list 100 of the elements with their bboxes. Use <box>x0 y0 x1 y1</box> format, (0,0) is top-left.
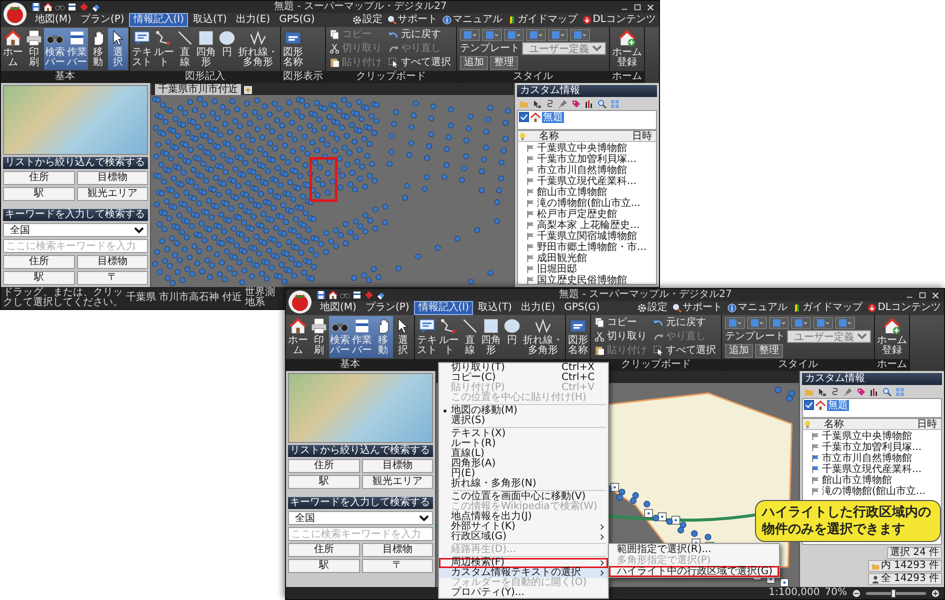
ribbon-button[interactable]: 作業バー <box>351 316 373 358</box>
panel-icon[interactable] <box>67 2 77 12</box>
tree-item[interactable]: 無題 <box>542 112 564 123</box>
ribbon-button[interactable]: 直線 <box>460 316 480 358</box>
ribbon-button[interactable]: コピー <box>592 316 649 329</box>
save-icon[interactable] <box>31 2 41 12</box>
ribbon-button[interactable]: すべて選択 <box>651 344 718 357</box>
category-button[interactable]: 住所 <box>288 543 360 557</box>
eraser-icon[interactable] <box>376 290 386 300</box>
ribbon-button[interactable]: すべて選択 <box>386 56 453 69</box>
category-button[interactable]: 目標物 <box>76 255 148 269</box>
cursor-icon[interactable] <box>532 98 542 108</box>
toolbar-link[interactable]: サポート <box>672 303 723 313</box>
keyword-field[interactable]: ここに検索キーワードを入力 <box>3 239 148 253</box>
search-icon[interactable] <box>597 98 607 108</box>
ribbon-button[interactable]: テキスト <box>416 316 438 358</box>
menu-tab[interactable]: GPS(G) <box>275 13 319 27</box>
list-item[interactable]: 千葉県立中央博物館 <box>537 143 627 154</box>
category-button[interactable]: 目標物 <box>76 171 148 185</box>
template-button[interactable]: 整理 <box>755 344 783 358</box>
menu-tab[interactable]: 出力(E) <box>516 301 560 315</box>
list-item[interactable]: 滝の博物館(館山市立... <box>822 486 926 497</box>
list-item[interactable]: 館山市立博物館 <box>822 475 892 486</box>
menu-item[interactable]: プロパティ(Y)... <box>439 588 608 598</box>
toolbar-link[interactable]: ガイドマップ <box>792 303 863 313</box>
list-item[interactable]: 千葉市立加曽利貝塚... <box>537 154 637 165</box>
ribbon-button[interactable]: テキスト <box>131 28 153 70</box>
ribbon-button[interactable]: 円 <box>217 28 237 70</box>
list-item[interactable]: 国立歴史民俗博物館 <box>537 275 627 286</box>
toolbar-link[interactable]: サポート <box>386 15 438 25</box>
home-icon[interactable] <box>43 2 53 12</box>
template-button[interactable]: 追加 <box>460 56 488 70</box>
category-button[interactable]: 住所 <box>3 171 74 185</box>
ribbon-button[interactable]: 四角形 <box>195 28 217 70</box>
home-icon[interactable] <box>328 290 338 300</box>
ribbon-button[interactable]: 選択 <box>108 28 128 70</box>
menu-item[interactable]: 直線(L) <box>439 449 608 459</box>
eraser-icon[interactable] <box>91 2 101 12</box>
category-button[interactable]: 目標物 <box>362 543 433 557</box>
menu-item[interactable]: 地図の移動(M) <box>439 406 608 416</box>
ribbon-button[interactable]: ルート <box>438 316 460 358</box>
cursor-icon[interactable] <box>817 386 827 396</box>
bar-chart-icon[interactable] <box>584 98 594 108</box>
list-item[interactable]: 千葉県立関宿城博物館 <box>537 231 637 242</box>
toolbar-link[interactable]: 設定 <box>636 303 668 313</box>
bar-chart-icon[interactable] <box>869 386 879 396</box>
toolbar-link[interactable]: DLコンテンツ <box>866 303 941 313</box>
ribbon-button[interactable]: 図形名称 <box>567 316 589 358</box>
tag-icon[interactable] <box>571 98 581 108</box>
category-button[interactable]: 目標物 <box>362 459 433 473</box>
column-header[interactable]: 日時 <box>917 418 941 430</box>
checkbox[interactable] <box>519 112 529 122</box>
menu-item[interactable]: 折れ線・多角形(N) <box>439 479 608 489</box>
close-icon[interactable] <box>931 290 940 300</box>
list-item[interactable]: 千葉県立現代産業科... <box>537 176 637 187</box>
menu-item[interactable]: 外部サイト(K) <box>439 522 608 532</box>
category-button[interactable]: 観光エリア <box>362 475 433 489</box>
list-item[interactable]: 千葉市立加曽利貝塚... <box>822 442 922 453</box>
ribbon-button[interactable]: 元に戻す <box>651 316 718 329</box>
keyword-field[interactable]: ここに検索キーワードを入力 <box>288 527 433 541</box>
ribbon-button[interactable]: 折れ線・多角形 <box>522 316 564 358</box>
tag-icon[interactable] <box>856 386 866 396</box>
menu-item[interactable]: 行政区域(G) <box>439 532 608 542</box>
menu-item[interactable]: テキスト(X) <box>439 429 608 439</box>
toolbar-link[interactable]: 設定 <box>352 15 383 25</box>
menu-tab[interactable]: 情報記入(I) <box>414 301 474 315</box>
menu-item[interactable]: カスタム情報テキストの選択 <box>439 568 608 578</box>
menu-item[interactable]: 円(E) <box>439 469 608 479</box>
menu-item[interactable]: 地点情報を出力(J) <box>439 512 608 522</box>
menu-tab[interactable]: 情報記入(I) <box>129 13 188 27</box>
menu-item[interactable]: この位置を画面中心に移動(V) <box>439 492 608 502</box>
category-button[interactable]: 〒 <box>76 271 148 285</box>
checkbox[interactable] <box>804 400 814 410</box>
ribbon-button[interactable]: 図形名称 <box>282 28 304 70</box>
ribbon-button[interactable]: 折れ線・多角形 <box>237 28 279 70</box>
toolbar-link[interactable]: マニュアル <box>726 303 788 313</box>
ribbon-button[interactable]: 印刷 <box>309 316 329 358</box>
menu-item[interactable]: 切り取り(T) Ctrl+X <box>439 363 608 373</box>
slider-thumb[interactable] <box>891 588 896 598</box>
ribbon-button[interactable]: 検索バー <box>329 316 351 358</box>
ribbon-button[interactable]: 直線 <box>175 28 195 70</box>
list-item[interactable]: 滝の博物館(館山市立... <box>537 198 640 209</box>
menu-tab[interactable]: 地図(M) <box>316 301 360 315</box>
maximize-icon[interactable] <box>633 2 642 12</box>
menu-tab[interactable]: 地図(M) <box>31 13 76 27</box>
list-item[interactable]: 市立市川自然博物館 <box>537 165 627 176</box>
menu-item[interactable]: 周辺検索(F) <box>439 558 608 568</box>
template-button[interactable]: 追加 <box>725 344 753 358</box>
menu-item[interactable]: ハイライト中の行政区域で選択(G) <box>609 566 779 577</box>
list-item[interactable]: 高梨本家 上花輪歴史... <box>537 220 640 231</box>
menu-tab[interactable]: プラン(P) <box>76 13 128 27</box>
list-item[interactable]: 松戸市戸定歴史館 <box>537 209 617 220</box>
ribbon-button[interactable]: 検索バー <box>44 28 66 70</box>
ribbon-button[interactable]: ホーム登録 <box>876 316 908 358</box>
ribbon-button[interactable]: ホーム <box>287 316 309 358</box>
category-button[interactable]: 観光エリア <box>76 187 148 201</box>
ribbon-button[interactable]: ルート <box>153 28 175 70</box>
menu-item[interactable]: 選択(S) <box>439 416 608 426</box>
region-select[interactable]: 全国 <box>288 511 433 525</box>
toolbar-link[interactable]: DLコンテンツ <box>582 15 656 25</box>
